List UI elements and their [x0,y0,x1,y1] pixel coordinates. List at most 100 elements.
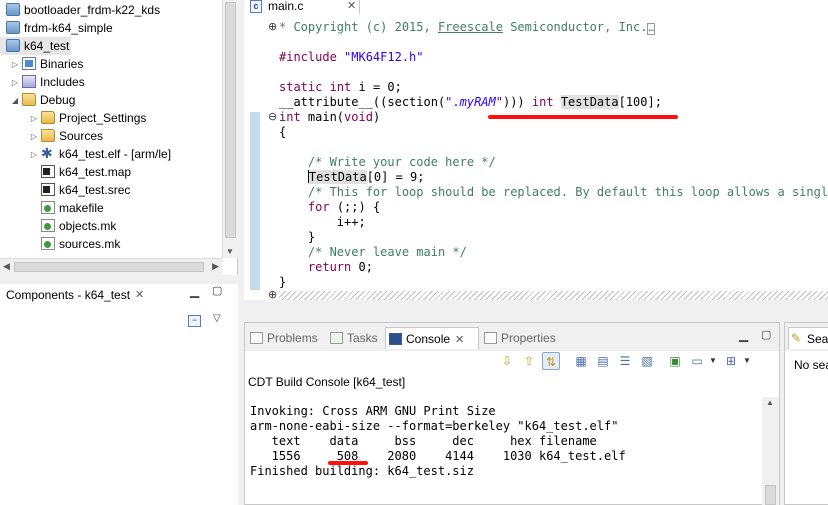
expand-arrow-icon[interactable]: ▷ [10,56,20,74]
word-wrap-icon[interactable]: ☰ [616,352,634,370]
close-icon[interactable]: ✕ [135,288,144,301]
tree-item-sources-mk[interactable]: sources.mk [39,235,120,253]
dropdown-arrow-icon[interactable]: ▼ [738,352,756,370]
project-icon [6,21,20,35]
project-icon [6,39,20,53]
problems-icon [250,332,263,344]
code-line-increment: i++; [336,215,366,229]
search-flashlight-icon: ✎ [791,331,802,345]
tree-item-debug[interactable]: ◢ Debug [10,91,75,109]
collapse-all-icon[interactable]: − [188,315,201,327]
link-selection-icon[interactable]: ⇅ [542,352,560,370]
red-underline-annotation [488,115,678,119]
tree-item-objects-mk[interactable]: objects.mk [39,217,116,235]
binaries-icon [22,57,36,71]
makefile-icon [41,237,55,251]
folder-icon [41,129,55,143]
tree-item-frdm-k64-simple[interactable]: frdm-k64_simple [4,19,113,37]
code-line-open-brace: { [279,125,287,139]
tab-properties[interactable]: Properties [481,327,561,349]
red-underline-annotation [328,461,368,465]
tree-item-project-settings[interactable]: ▷ Project_Settings [29,109,146,127]
dropdown-arrow-icon[interactable]: ▼ [704,352,722,370]
console-name: CDT Build Console [k64_test] [248,375,406,389]
expand-arrow-icon[interactable]: ▷ [29,110,39,128]
tree-item-sources[interactable]: ▷ Sources [29,127,103,145]
tasks-icon [330,332,343,344]
scroll-lock-icon[interactable]: ▦ [572,352,590,370]
scroll-up-icon[interactable]: ▲ [766,398,774,407]
code-line-return: return 0; [307,260,373,274]
tree-item-srec[interactable]: k64_test.srec [39,181,130,199]
tab-tasks[interactable]: Tasks [327,327,381,349]
expand-fold-icon[interactable]: ⊕ [268,288,277,301]
scrollbar-thumb[interactable] [225,2,236,238]
code-line-testdata-assign: TestData[0] = 9; [307,170,425,184]
maximize-icon[interactable]: ▢ [761,328,771,341]
console-icon [389,333,402,345]
pin-console-icon[interactable]: ▤ [594,352,612,370]
tree-item-bootloader[interactable]: bootloader_frdm-k22_kds [4,1,160,19]
console-line: Finished building: k64_test.siz [250,464,474,478]
close-icon[interactable]: ✕ [455,334,464,346]
clear-console-icon[interactable]: ▧ [638,352,656,370]
code-editor[interactable]: c main.c ✕ ⊕ * Copyright (c) 2015, Frees… [244,0,828,301]
code-separator [279,291,828,300]
tree-item-binaries[interactable]: ▷ Binaries [10,55,83,73]
open-console-icon[interactable]: ▣ [666,352,684,370]
components-view: Components - k64_test ✕ ▁ ▢ − ▽ [0,284,238,505]
arrow-up-icon[interactable]: ⇧ [520,352,538,370]
expand-fold-icon[interactable]: ⊕ [268,20,277,33]
scrollbar-thumb[interactable] [765,485,776,505]
file-icon [41,183,55,197]
editor-tab-main-c[interactable]: c main.c ✕ [244,0,360,14]
expand-arrow-icon[interactable]: ▷ [29,128,39,146]
tab-problems[interactable]: Problems [247,327,322,349]
tab-console[interactable]: Console ✕ [385,327,479,349]
file-icon [41,165,55,179]
collapse-fold-icon[interactable]: ⊖ [268,110,277,123]
current-scope-marker [250,112,260,290]
makefile-icon [41,219,55,233]
explorer-vertical-scrollbar[interactable]: ▼ [222,0,238,258]
makefile-icon [41,201,55,215]
code-line-comment-loop: /* This for loop should be replaced. By … [307,185,828,199]
tree-item-map[interactable]: k64_test.map [39,163,131,181]
close-icon[interactable]: ✕ [347,0,356,13]
c-file-icon: c [250,0,262,13]
code-line-close-brace: } [279,275,287,289]
minimize-icon[interactable]: ▁ [190,284,199,298]
scroll-right-icon[interactable]: ▶ [212,261,219,272]
explorer-horizontal-scrollbar[interactable]: ◀ ▶ [0,258,222,275]
tree-item-includes[interactable]: ▷ Includes [10,73,85,91]
minimize-icon[interactable]: ▁ [739,328,748,342]
properties-icon [484,332,497,344]
console-vertical-scrollbar[interactable]: ▲ [762,397,779,505]
expand-arrow-icon[interactable]: ▷ [10,74,20,92]
elf-icon [41,144,55,162]
tab-search[interactable]: ✎ Sea [788,327,828,349]
console-line: Invoking: Cross ARM GNU Print Size [250,404,496,418]
tree-item-k64-test[interactable]: k64_test [0,37,72,55]
maximize-icon[interactable]: ▢ [212,284,222,297]
code-line-comment-write: /* Write your code here */ [307,155,496,169]
scroll-left-icon[interactable]: ◀ [3,261,10,272]
scroll-down-icon[interactable]: ▼ [226,247,234,256]
console-output[interactable]: Invoking: Cross ARM GNU Print Size arm-no… [250,404,626,479]
tree-item-elf[interactable]: ▷k64_test.elf - [arm/le] [29,144,171,164]
components-view-title[interactable]: Components - k64_test [0,284,130,306]
code-line-1: * Copyright (c) 2015, Freescale Semicond… [279,20,655,35]
scrollbar-thumb[interactable] [14,262,204,272]
folder-icon [22,93,36,107]
tree-item-makefile[interactable]: makefile [39,199,104,217]
expand-arrow-icon[interactable]: ▷ [29,146,39,164]
code-line-comment-never: /* Never leave main */ [307,245,467,259]
code-line-main: int main(void) [279,110,381,124]
includes-icon [22,75,36,89]
collapse-arrow-icon[interactable]: ◢ [10,92,20,110]
view-menu-icon[interactable]: ▽ [213,313,221,324]
code-line-static: static int i = 0; [279,80,402,94]
arrow-down-icon[interactable]: ⇩ [498,352,516,370]
project-icon [6,3,20,17]
folder-icon [41,111,55,125]
